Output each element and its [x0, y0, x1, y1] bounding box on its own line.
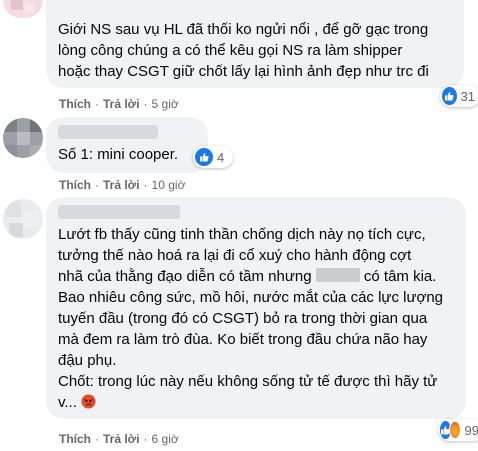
like-reaction-icon — [195, 148, 213, 166]
separator: · — [95, 97, 99, 111]
separator: · — [143, 97, 148, 111]
like-button[interactable]: Thích — [59, 97, 91, 111]
comment-text: Giới NS sau vụ HL đã thối ko ngửi nổi , … — [58, 21, 429, 80]
timestamp[interactable]: 5 giờ — [152, 97, 179, 111]
reaction-summary[interactable]: 31 — [440, 85, 478, 107]
angry-emoji-icon — [81, 394, 96, 409]
separator: · — [95, 178, 99, 192]
author-name[interactable] — [58, 125, 158, 139]
reply-button[interactable]: Trả lời — [103, 432, 140, 446]
avatar[interactable] — [3, 118, 43, 158]
timestamp[interactable]: 10 giờ — [152, 178, 186, 192]
author-name[interactable] — [58, 205, 180, 219]
comment-actions: Thích · Trả lời · 5 giờ — [59, 97, 179, 111]
reaction-summary[interactable]: 4 — [193, 146, 233, 168]
like-button[interactable]: Thích — [59, 178, 91, 192]
like-button[interactable]: Thích — [59, 432, 91, 446]
angry-reaction-icon — [448, 421, 461, 439]
avatar[interactable] — [3, 0, 43, 18]
separator: · — [143, 178, 148, 192]
comment-bubble: Lướt fb thấy cũng tinh thần chống dịch n… — [46, 197, 466, 419]
reaction-count: 99 — [464, 422, 478, 438]
comment-bubble: Số 1: mini cooper. — [46, 117, 208, 173]
comment-actions: Thích · Trả lời · 6 giờ — [59, 432, 179, 446]
reaction-count: 31 — [460, 88, 475, 104]
reply-button[interactable]: Trả lời — [103, 178, 140, 192]
comment-actions: Thích · Trả lời · 10 giờ — [59, 178, 185, 192]
redacted-text — [315, 268, 360, 282]
comment-text-part: có tâm kia. Bao nhiêu công sức, mồ hôi, … — [58, 268, 444, 411]
timestamp[interactable]: 6 giờ — [152, 432, 179, 446]
avatar[interactable] — [3, 199, 43, 239]
separator: · — [143, 432, 148, 446]
separator: · — [95, 432, 99, 446]
comment-text: Số 1: mini cooper. — [58, 146, 179, 163]
reaction-summary[interactable]: 99 — [438, 419, 478, 441]
like-reaction-icon — [442, 87, 457, 105]
reply-button[interactable]: Trả lời — [103, 97, 140, 111]
comment-bubble: Giới NS sau vụ HL đã thối ko ngửi nổi , … — [46, 0, 464, 88]
comment-text: Lướt fb thấy cũng tinh thần chống dịch n… — [58, 224, 443, 413]
reaction-count: 4 — [217, 149, 225, 165]
